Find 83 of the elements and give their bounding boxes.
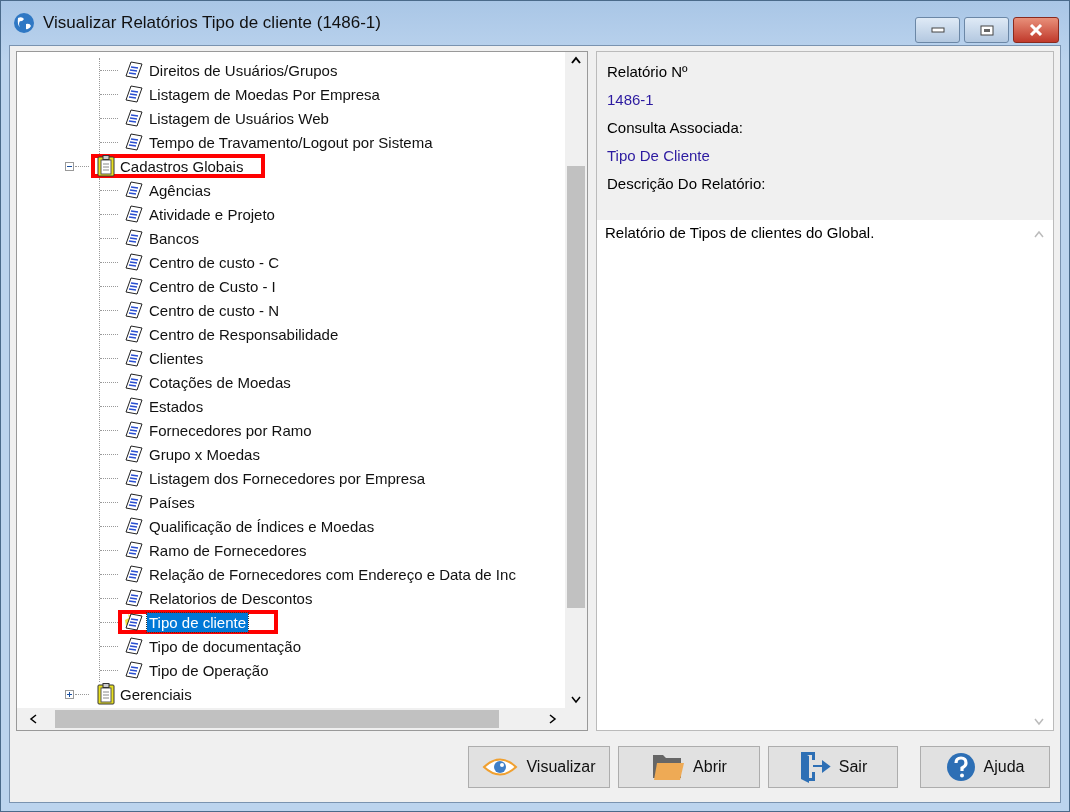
tree-item[interactable]: Centro de custo - C: [118, 250, 288, 274]
report-icon: [124, 324, 144, 344]
maximize-icon: [979, 24, 994, 36]
tree-item[interactable]: Listagem dos Fornecedores por Empresa: [118, 466, 433, 490]
tree-folder[interactable]: Gerenciais: [91, 682, 200, 706]
help-button[interactable]: Ajuda: [920, 745, 1050, 788]
report-icon: [124, 492, 144, 512]
tree-item[interactable]: Centro de Custo - I: [118, 274, 284, 298]
scroll-up-icon[interactable]: [570, 56, 582, 64]
report-icon: [124, 564, 144, 584]
report-icon: [124, 444, 144, 464]
tree-item[interactable]: Listagem de Usuários Web: [118, 106, 337, 130]
vertical-scrollbar[interactable]: [565, 52, 587, 708]
tree-item[interactable]: Tipo de cliente: [118, 610, 278, 634]
tree-item[interactable]: Relatorios de Descontos: [118, 586, 321, 610]
horizontal-scrollbar[interactable]: [17, 708, 587, 730]
tree-item[interactable]: Tipo de Operação: [118, 658, 277, 682]
close-icon: [1028, 24, 1044, 36]
help-icon: [945, 751, 976, 782]
report-icon: [124, 252, 144, 272]
tree-item[interactable]: Tipo de documentação: [118, 634, 310, 658]
report-icon: [124, 84, 144, 104]
tree-folder[interactable]: Cadastros Globais: [91, 154, 266, 178]
tree-item[interactable]: Fornecedores por Ramo: [118, 418, 320, 442]
report-icon: [124, 180, 144, 200]
exit-door-icon: [798, 749, 831, 784]
report-icon: [124, 540, 144, 560]
report-icon: [124, 300, 144, 320]
report-icon: [124, 60, 144, 80]
minimize-icon: [930, 27, 945, 33]
clipboard-icon: [97, 683, 115, 705]
report-icon: [124, 468, 144, 488]
report-icon: [124, 516, 144, 536]
query-value: Tipo De Cliente: [607, 146, 711, 166]
report-icon: [124, 372, 144, 392]
globe-icon: [13, 12, 35, 34]
window-title: Visualizar Relatórios Tipo de cliente (1486-1): [43, 13, 382, 33]
tree-item[interactable]: Estados: [118, 394, 212, 418]
tree-item[interactable]: Direitos de Usuários/Grupos: [118, 58, 346, 82]
tree-item[interactable]: Qualificação de Índices e Moedas: [118, 514, 383, 538]
report-number: 1486-1: [607, 90, 655, 110]
description-text: Relatório de Tipos de clientes do Global.: [605, 224, 875, 241]
description-label: Descrição Do Relatório:: [607, 174, 767, 194]
tree-item[interactable]: Clientes: [118, 346, 212, 370]
minimize-button[interactable]: [915, 17, 960, 43]
tree-item[interactable]: Agências: [118, 178, 219, 202]
report-icon: [124, 660, 144, 680]
eye-icon: [482, 755, 519, 778]
tree-item[interactable]: Bancos: [118, 226, 208, 250]
open-button[interactable]: Abrir: [618, 745, 760, 788]
tree-item[interactable]: Listagem de Moedas Por Empresa: [118, 82, 388, 106]
report-icon: [124, 588, 144, 608]
scroll-down-icon[interactable]: [570, 696, 582, 704]
tree-item[interactable]: Grupo x Moedas: [118, 442, 268, 466]
tree-item[interactable]: Atividade e Projeto: [118, 202, 283, 226]
expander-icon[interactable]: [65, 161, 74, 171]
tree-item[interactable]: Tempo de Travamento/Logout por Sistema: [118, 130, 441, 154]
scroll-right-icon[interactable]: [549, 713, 557, 725]
report-icon: [124, 396, 144, 416]
report-icon: [124, 276, 144, 296]
exit-button[interactable]: Sair: [768, 745, 898, 788]
report-icon: [124, 108, 144, 128]
report-icon: [124, 204, 144, 224]
tree-item[interactable]: Relação de Fornecedores com Endereço e Data de Inc: [118, 562, 524, 586]
tree-item[interactable]: Países: [118, 490, 203, 514]
expander-icon[interactable]: [65, 689, 74, 699]
query-label: Consulta Associada:: [607, 118, 744, 138]
report-icon: [124, 420, 144, 440]
report-number-label: Relatório Nº: [607, 62, 689, 82]
tree-item[interactable]: Centro de custo - N: [118, 298, 288, 322]
tree-item[interactable]: Cotações de Moedas: [118, 370, 299, 394]
tree-item[interactable]: Ramo de Fornecedores: [118, 538, 315, 562]
report-icon: [124, 132, 144, 152]
scroll-left-icon[interactable]: [29, 713, 37, 725]
report-icon: [124, 348, 144, 368]
tree-item[interactable]: Centro de Responsabilidade: [118, 322, 347, 346]
report-icon: [124, 612, 144, 632]
maximize-button[interactable]: [964, 17, 1009, 43]
clipboard-icon: [97, 155, 115, 177]
view-button[interactable]: Visualizar: [468, 745, 610, 788]
report-icon: [124, 228, 144, 248]
report-icon: [124, 636, 144, 656]
close-button[interactable]: [1013, 17, 1059, 43]
